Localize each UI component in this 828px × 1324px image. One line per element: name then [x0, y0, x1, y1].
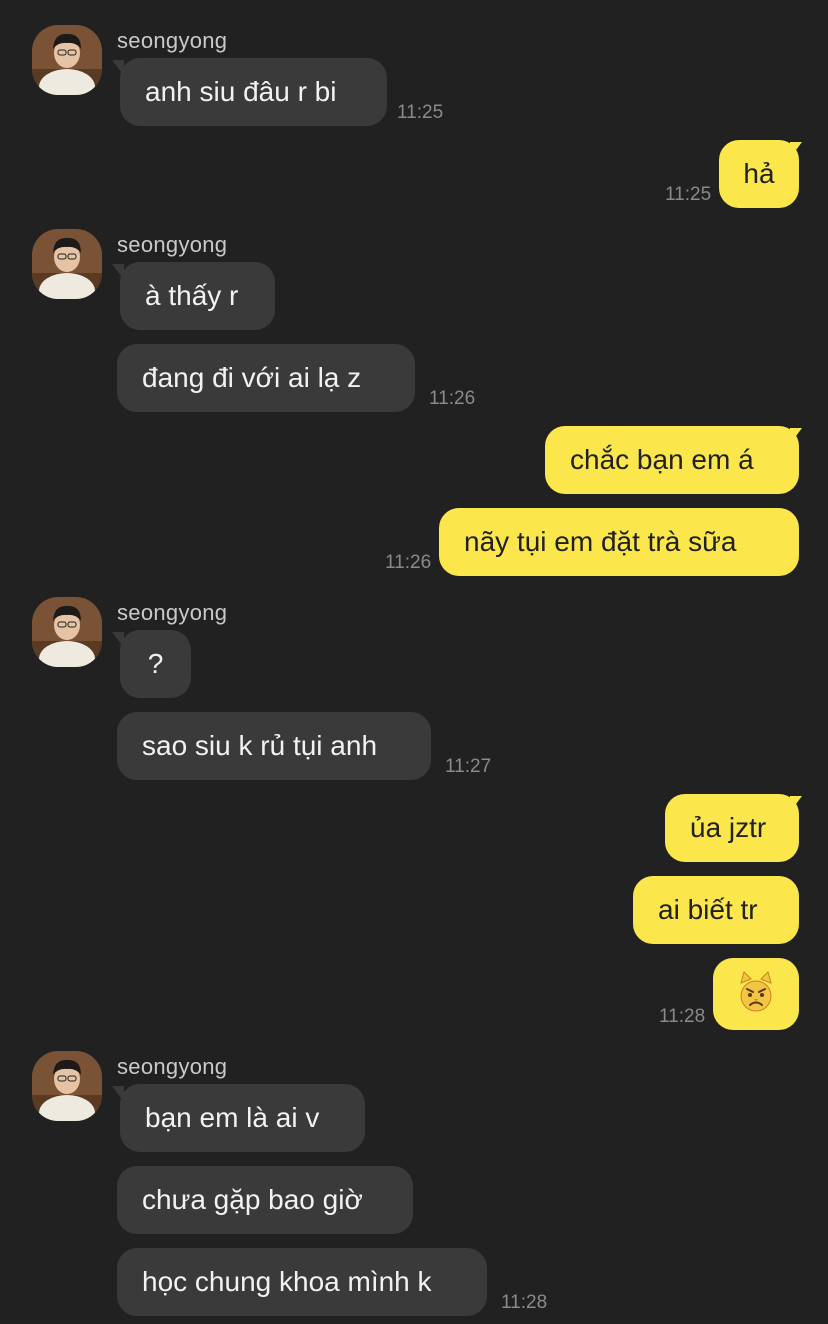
- message-timestamp: 11:28: [501, 1292, 548, 1313]
- message-timestamp: 11:25: [665, 184, 712, 205]
- message-timestamp: 11:28: [659, 1006, 706, 1027]
- message-timestamp: 11:26: [429, 388, 476, 409]
- incoming-message[interactable]: đang đi với ai lạ z: [117, 344, 415, 412]
- outgoing-message[interactable]: hả: [719, 140, 799, 208]
- contact-avatar[interactable]: [32, 1051, 102, 1121]
- message-timestamp: 11:25: [397, 102, 444, 123]
- incoming-message[interactable]: bạn em là ai v: [120, 1084, 365, 1152]
- sender-name: seongyong: [117, 28, 228, 53]
- incoming-message[interactable]: học chung khoa mình k: [117, 1248, 487, 1316]
- outgoing-emoji-message[interactable]: [713, 958, 799, 1030]
- incoming-message[interactable]: chưa gặp bao giờ: [117, 1166, 413, 1234]
- contact-avatar[interactable]: [32, 25, 102, 95]
- message-timestamp: 11:27: [445, 756, 492, 777]
- incoming-message[interactable]: sao siu k rủ tụi anh: [117, 712, 431, 780]
- outgoing-message[interactable]: ủa jztr: [665, 794, 799, 862]
- contact-avatar[interactable]: [32, 597, 102, 667]
- outgoing-message[interactable]: nãy tụi em đặt trà sữa: [439, 508, 799, 576]
- outgoing-message[interactable]: chắc bạn em á: [545, 426, 799, 494]
- incoming-message[interactable]: anh siu đâu r bi: [120, 58, 387, 126]
- sender-name: seongyong: [117, 600, 228, 625]
- incoming-message[interactable]: ?: [120, 630, 191, 698]
- contact-avatar[interactable]: [32, 229, 102, 299]
- sender-name: seongyong: [117, 1054, 228, 1079]
- outgoing-message[interactable]: ai biết tr: [633, 876, 799, 944]
- sender-name: seongyong: [117, 232, 228, 257]
- angry-cat-emoji-icon: [740, 971, 772, 1012]
- message-timestamp: 11:26: [385, 552, 432, 573]
- incoming-message[interactable]: à thấy r: [120, 262, 275, 330]
